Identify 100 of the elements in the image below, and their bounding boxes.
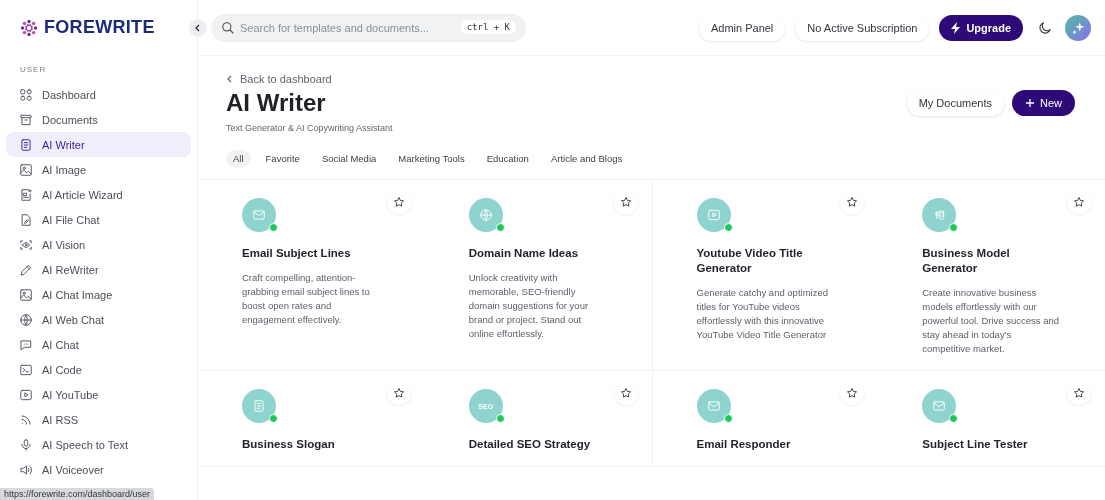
favorite-button[interactable]: [1067, 190, 1091, 214]
sidebar-icon: [19, 462, 33, 477]
sidebar-item[interactable]: AI Speech to Text: [6, 432, 191, 457]
sidebar-icon: [19, 437, 33, 452]
sidebar-item[interactable]: AI Article Wizard: [6, 182, 191, 207]
star-icon: [1073, 387, 1085, 399]
template-title: Business Slogan: [242, 437, 336, 452]
template-description: Unlock creativity with memorable, SEO-friendly domain suggestions for your brand or project. Stand out online effortlessly.: [468, 271, 590, 341]
sidebar-icon: [19, 137, 33, 152]
sidebar-icon: [19, 212, 33, 227]
template-card[interactable]: Email Responder: [651, 371, 879, 467]
moon-icon[interactable]: [1037, 19, 1053, 36]
sidebar-icon: [19, 237, 33, 252]
favorite-button[interactable]: [840, 190, 865, 214]
template-title: Detailed SEO Strategy: [468, 437, 592, 452]
sidebar-icon: [19, 362, 33, 377]
star-icon: [846, 196, 859, 208]
header-button[interactable]: No Active Subscription: [795, 14, 930, 41]
mail-icon: [252, 208, 266, 222]
logo-icon: [20, 18, 38, 37]
my-documents-button[interactable]: My Documents: [906, 90, 1004, 116]
star-icon: [619, 387, 632, 399]
sidebar-icon: [19, 262, 33, 277]
template-card[interactable]: Domain Name Ideas Unlock creativity with memorable, SEO-friendly domain suggestions for your brand or project. Stand out online effortlessly.: [424, 180, 652, 371]
favorite-button[interactable]: [1067, 381, 1091, 405]
chevron-left-icon: [226, 75, 234, 83]
sidebar-icon: [19, 312, 33, 327]
upgrade-button[interactable]: Upgrade: [939, 14, 1023, 41]
template-title: Business Model Generator: [922, 246, 1011, 276]
template-description: Create innovative business models effortlessly with our powerful tool. Drive success and stay ahead in today's competitive market.: [922, 286, 1060, 356]
star-icon: [392, 387, 405, 399]
play-icon: [706, 208, 721, 222]
sidebar-item[interactable]: AI Writer: [6, 132, 191, 157]
sidebar-item[interactable]: AI Chat: [6, 332, 191, 357]
star-icon: [392, 196, 405, 208]
filter-tab[interactable]: Favorite: [258, 150, 307, 167]
favorite-button[interactable]: [613, 381, 638, 405]
header-button[interactable]: Admin Panel: [698, 14, 786, 41]
sidebar-icon: [19, 87, 33, 102]
template-card[interactable]: Email Subject Lines Craft compelling, attention-grabbing email subject lines to boost open rates and engagement effectively.: [198, 180, 425, 371]
template-title: Email Responder: [696, 437, 792, 452]
page-subtitle: Text Generator & AI Copywriting Assistant: [226, 123, 394, 133]
favorite-button[interactable]: [386, 381, 411, 405]
template-card[interactable]: Business Slogan: [198, 371, 425, 467]
sidebar-item[interactable]: AI YouTube: [6, 382, 191, 407]
dollar-icon: [932, 208, 947, 222]
filter-tab[interactable]: Education: [479, 150, 536, 167]
filter-tab[interactable]: Article and Blogs: [543, 150, 630, 167]
link-preview: https://forewrite.com/dashboard/user: [0, 488, 155, 500]
filter-tab[interactable]: Social Media: [314, 150, 384, 167]
star-icon: [619, 196, 632, 208]
template-description: Generate catchy and optimized titles for YouTube videos effortlessly with this innovative YouTube Video Title Generator: [696, 286, 829, 342]
sidebar-item[interactable]: AI File Chat: [6, 207, 191, 232]
favorite-button[interactable]: [840, 381, 865, 405]
globe-icon: [478, 208, 493, 222]
sidebar-item[interactable]: AI Code: [6, 357, 191, 382]
logo-wordmark: FOREWRITE: [44, 17, 155, 38]
sidebar-item[interactable]: AI Vision: [6, 232, 191, 257]
mail-icon: [706, 399, 721, 413]
sidebar-icon: [19, 387, 33, 402]
template-title: Youtube Video Title Generator: [696, 246, 804, 276]
template-title: Email Subject Lines: [242, 246, 352, 261]
sidebar-item[interactable]: AI Voiceover: [6, 457, 191, 482]
back-link[interactable]: Back to dashboard: [226, 73, 1075, 85]
star-icon: [846, 387, 859, 399]
favorite-button[interactable]: [386, 190, 411, 214]
template-title: Domain Name Ideas: [468, 246, 580, 261]
sidebar-icon: [19, 112, 33, 127]
lightning-icon: [951, 21, 962, 34]
sidebar-icon: [19, 162, 33, 177]
sidebar-item[interactable]: AI Image: [6, 157, 191, 182]
template-description: Craft compelling, attention-grabbing email subject lines to boost open rates and engagement effectively.: [242, 271, 371, 327]
sidebar-item[interactable]: AI RSS: [6, 407, 191, 432]
star-icon: [1073, 196, 1085, 208]
filter-tab[interactable]: All: [226, 150, 251, 167]
sidebar-icon: [19, 187, 33, 202]
collapse-button[interactable]: [189, 18, 207, 37]
sidebar-item[interactable]: Documents: [6, 107, 191, 132]
filter-tab[interactable]: Marketing Tools: [391, 150, 472, 167]
mail-icon: [932, 399, 947, 413]
template-title: Subject Line Tester: [922, 437, 1029, 452]
sidebar-icon: [19, 287, 33, 302]
page-title: AI Writer: [226, 89, 326, 117]
sidebar-icon: [19, 337, 33, 352]
sidebar-item[interactable]: AI ReWriter: [6, 257, 191, 282]
sidebar-item[interactable]: AI Chat Image: [6, 282, 191, 307]
avatar-button[interactable]: [1065, 14, 1091, 41]
template-card[interactable]: Youtube Video Title Generator Generate catchy and optimized titles for YouTube videos effortlessly with this innovative YouTube Video Title Generator: [651, 180, 879, 371]
new-button[interactable]: New: [1012, 90, 1075, 116]
sidebar-item[interactable]: Dashboard: [6, 82, 191, 107]
template-card[interactable]: Subject Line Tester: [878, 371, 1105, 467]
plus-icon: [1025, 98, 1035, 108]
chevron-left-icon: [194, 23, 202, 32]
sidebar-icon: [19, 412, 33, 427]
document-icon: [252, 399, 266, 413]
sidebar-item[interactable]: AI Web Chat: [6, 307, 191, 332]
template-card[interactable]: Business Model Generator Create innovative business models effortlessly with our powerful tool. Drive success and stay ahead in today's competitive market.: [878, 180, 1105, 371]
sparkle-icon: [1071, 20, 1085, 35]
favorite-button[interactable]: [613, 190, 638, 214]
search-icon: [221, 20, 235, 35]
